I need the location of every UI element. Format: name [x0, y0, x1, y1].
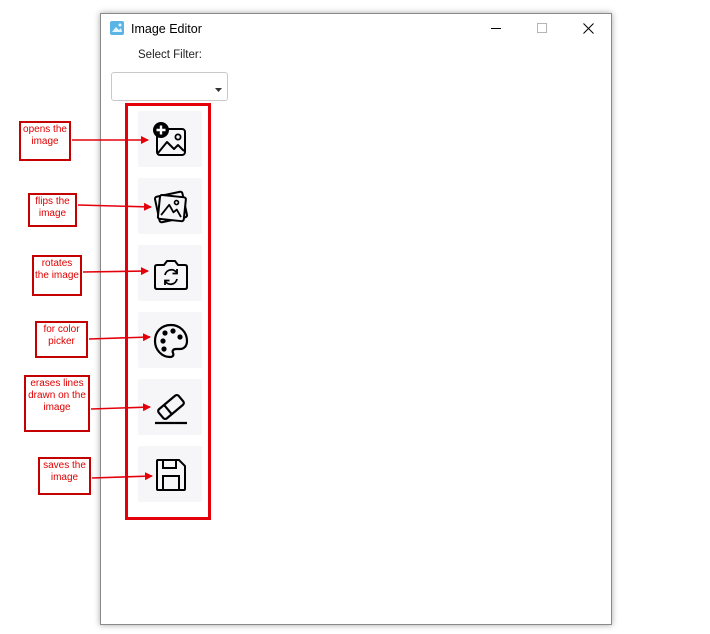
- arrow-save: [91, 472, 153, 481]
- arrow-color: [88, 333, 151, 342]
- annotation-arrows: [72, 136, 153, 481]
- arrow-rotate: [82, 267, 149, 276]
- arrow-erase: [90, 403, 151, 412]
- arrow-flip: [77, 202, 152, 211]
